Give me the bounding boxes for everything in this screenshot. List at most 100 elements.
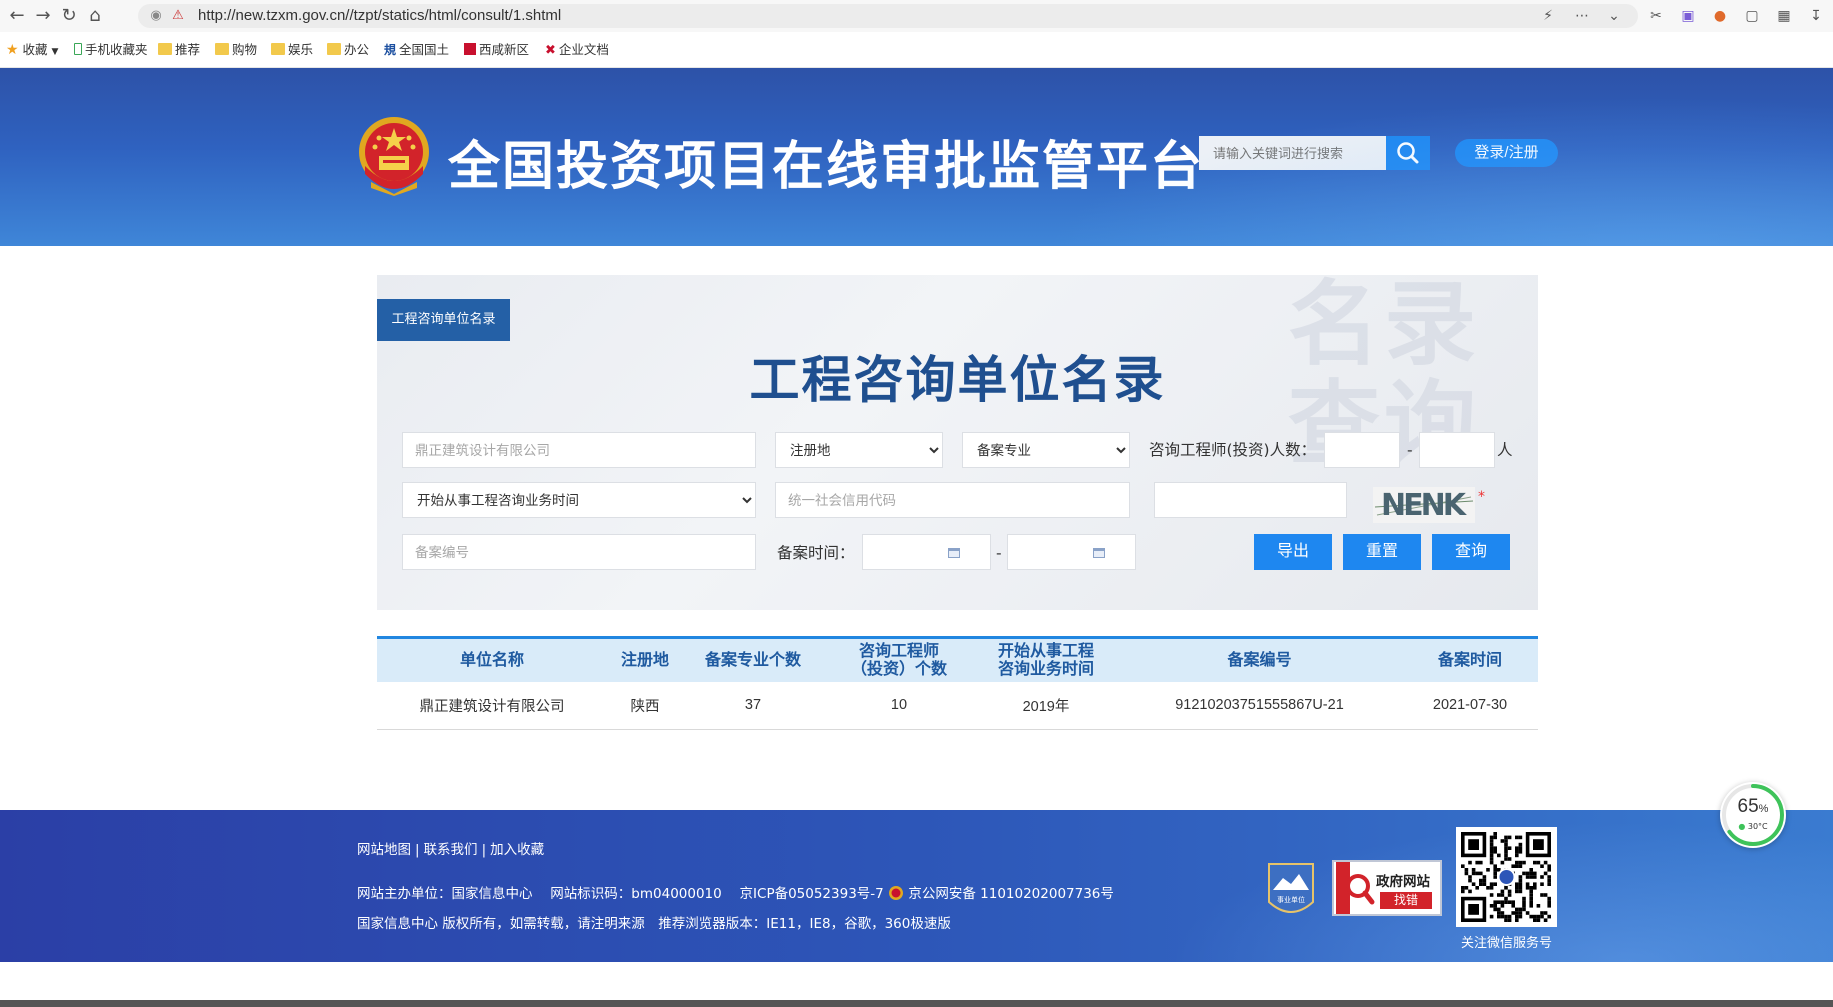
query-panel: 名录查询 工程咨询单位名录 工程咨询单位名录 注册地 备案专业 咨询工程师(投资… xyxy=(377,275,1538,610)
cell-specialty-count: 37 xyxy=(683,681,823,730)
date-range-dash: - xyxy=(996,544,1002,562)
chevron-down-icon[interactable]: ⌄ xyxy=(1604,6,1624,26)
site-logo-icon xyxy=(464,43,476,55)
col-header-region[interactable]: 注册地 xyxy=(607,638,683,682)
more-icon[interactable]: ⋯ xyxy=(1572,6,1592,26)
required-mark: * xyxy=(1478,489,1485,505)
site-logo-icon: ✖ xyxy=(545,43,556,58)
lightning-icon[interactable]: ⚡ xyxy=(1538,6,1558,26)
link-bookmark[interactable]: 加入收藏 xyxy=(490,842,544,858)
panel-heading: 工程咨询单位名录 xyxy=(749,351,1166,409)
reader-icon[interactable]: ▢ xyxy=(1742,6,1762,26)
cell-company-name[interactable]: 鼎正建筑设计有限公司 xyxy=(377,681,607,730)
col-header-start-time[interactable]: 开始从事工程 咨询业务时间 xyxy=(975,638,1117,682)
url-text[interactable]: http://new.tzxm.gov.cn//tzpt/statics/htm… xyxy=(198,7,561,24)
bookmark-entertainment[interactable]: 娱乐 xyxy=(271,41,313,59)
cell-record-date: 2021-07-30 xyxy=(1402,681,1538,730)
site-logo-icon: 規 xyxy=(384,43,397,57)
insecure-icon[interactable]: ⚠ xyxy=(170,8,186,24)
engineer-count-min-input[interactable] xyxy=(1324,432,1400,468)
bookmark-land[interactable]: 規全国国土 xyxy=(384,41,449,59)
qr-code-icon xyxy=(1461,832,1551,922)
apps-grid-icon[interactable]: ▦ xyxy=(1774,6,1794,26)
export-button[interactable]: 导出 xyxy=(1254,534,1332,570)
search-input[interactable] xyxy=(1199,136,1386,170)
folder-icon xyxy=(271,43,285,55)
link-sitemap[interactable]: 网站地图 xyxy=(357,842,411,858)
footer-icp[interactable]: 京ICP备05052393号-7 xyxy=(740,886,884,902)
engineer-count-label: 咨询工程师(投资)人数： xyxy=(1149,441,1317,459)
table-header-row: 单位名称 注册地 备案专业个数 咨询工程师 （投资）个数 开始从事工程 咨询业务… xyxy=(377,637,1538,682)
query-button[interactable]: 查询 xyxy=(1432,534,1510,570)
record-date-end-input[interactable] xyxy=(1007,534,1136,570)
back-icon[interactable]: ← xyxy=(6,5,28,27)
col-header-specialty-count[interactable]: 备案专业个数 xyxy=(683,638,823,682)
footer-host: 网站主办单位：国家信息中心 xyxy=(357,886,533,902)
col-header-name[interactable]: 单位名称 xyxy=(377,638,607,682)
footer-police[interactable]: 京公网安备 11010202007736号 xyxy=(908,886,1114,902)
col-header-record-no[interactable]: 备案编号 xyxy=(1117,638,1402,682)
bookmark-docs[interactable]: ✖ 企业文档 xyxy=(545,41,609,59)
company-name-input[interactable] xyxy=(402,432,756,468)
tab-consulting-directory[interactable]: 工程咨询单位名录 xyxy=(377,299,510,341)
col-header-engineer-count[interactable]: 咨询工程师 （投资）个数 xyxy=(823,638,975,682)
captcha-input[interactable] xyxy=(1154,482,1347,518)
range-dash: - xyxy=(1407,441,1413,459)
table-row[interactable]: 鼎正建筑设计有限公司 陕西 37 10 2019年 91210203751555… xyxy=(377,681,1538,730)
wechat-qr-code xyxy=(1456,827,1557,927)
bookmark-xixian[interactable]: 西咸新区 xyxy=(464,41,529,59)
home-icon[interactable]: ⌂ xyxy=(84,5,106,27)
cell-start-time: 2019年 xyxy=(975,681,1117,730)
bookmark-shopping[interactable]: 购物 xyxy=(215,41,257,59)
start-time-select[interactable]: 开始从事工程咨询业务时间 xyxy=(402,482,756,518)
bookmark-mobile[interactable]: 手机收藏夹 xyxy=(74,41,148,59)
bookmarks-bar: ★ 收藏 ▼ 手机收藏夹 推荐 购物 娱乐 办公 規全国国土 西咸新区 ✖ 企业文… xyxy=(0,32,1833,68)
footer-info-line: 网站主办单位：国家信息中心 网站标识码：bm04000010 京ICP备0505… xyxy=(357,882,1114,902)
game-icon[interactable]: ● xyxy=(1710,6,1730,26)
captcha-image[interactable]: NENK xyxy=(1373,487,1475,523)
forward-icon[interactable]: → xyxy=(32,5,54,27)
gov-site-error-report-badge[interactable]: 政府网站 找错 xyxy=(1332,860,1442,916)
calendar-icon[interactable] xyxy=(948,548,960,558)
reload-icon[interactable]: ↻ xyxy=(58,5,80,27)
national-emblem-icon xyxy=(359,117,429,196)
address-bar[interactable]: ◉ ⚠ http://new.tzxm.gov.cn//tzpt/statics… xyxy=(138,4,1638,28)
taskbar-strip xyxy=(0,1000,1833,1007)
folder-icon xyxy=(327,43,341,55)
scissors-icon[interactable]: ✂ xyxy=(1646,6,1666,26)
translate-icon[interactable]: ▣ xyxy=(1678,6,1698,26)
reset-button[interactable]: 重置 xyxy=(1343,534,1421,570)
gauge-temperature: ● 30°C xyxy=(1738,822,1768,831)
col-header-record-date[interactable]: 备案时间 xyxy=(1402,638,1538,682)
credit-code-input[interactable] xyxy=(775,482,1130,518)
performance-widget[interactable]: 65% ● 30°C xyxy=(1720,782,1786,848)
caret-down-icon: ▼ xyxy=(51,47,59,57)
folder-icon xyxy=(158,43,172,55)
gauge-percent: 65% xyxy=(1737,796,1769,817)
search-button[interactable] xyxy=(1386,136,1430,170)
record-number-input[interactable] xyxy=(402,534,756,570)
bookmark-favorites[interactable]: ★ 收藏 ▼ xyxy=(6,41,58,59)
phone-icon xyxy=(74,43,82,55)
public-institution-badge-icon[interactable]: 事业单位 xyxy=(1265,860,1317,922)
specialty-select[interactable]: 备案专业 xyxy=(962,432,1130,468)
magnifier-icon xyxy=(1336,862,1375,914)
cell-region: 陕西 xyxy=(607,681,683,730)
folder-icon xyxy=(215,43,229,55)
bookmark-office[interactable]: 办公 xyxy=(327,41,369,59)
site-header: 全国投资项目在线审批监管平台 登录/注册 xyxy=(0,68,1833,246)
link-contact[interactable]: 联系我们 xyxy=(424,842,478,858)
search-icon xyxy=(1397,142,1419,164)
footer-links: 网站地图 | 联系我们 | 加入收藏 xyxy=(357,842,545,858)
bookmark-recommend[interactable]: 推荐 xyxy=(158,41,200,59)
calendar-icon[interactable] xyxy=(1093,548,1105,558)
engineer-count-max-input[interactable] xyxy=(1419,432,1495,468)
browser-toolbar: ← → ↻ ⌂ ◉ ⚠ http://new.tzxm.gov.cn//tzpt… xyxy=(0,0,1833,32)
login-register-button[interactable]: 登录/注册 xyxy=(1455,139,1558,167)
cell-record-no: 91210203751555867U-21 xyxy=(1117,681,1402,730)
thermometer-icon: ● xyxy=(1738,822,1746,831)
site-info-icon[interactable]: ◉ xyxy=(148,8,164,24)
download-icon[interactable]: ↧ xyxy=(1806,6,1826,26)
record-date-start-input[interactable] xyxy=(862,534,991,570)
region-select[interactable]: 注册地 xyxy=(775,432,943,468)
